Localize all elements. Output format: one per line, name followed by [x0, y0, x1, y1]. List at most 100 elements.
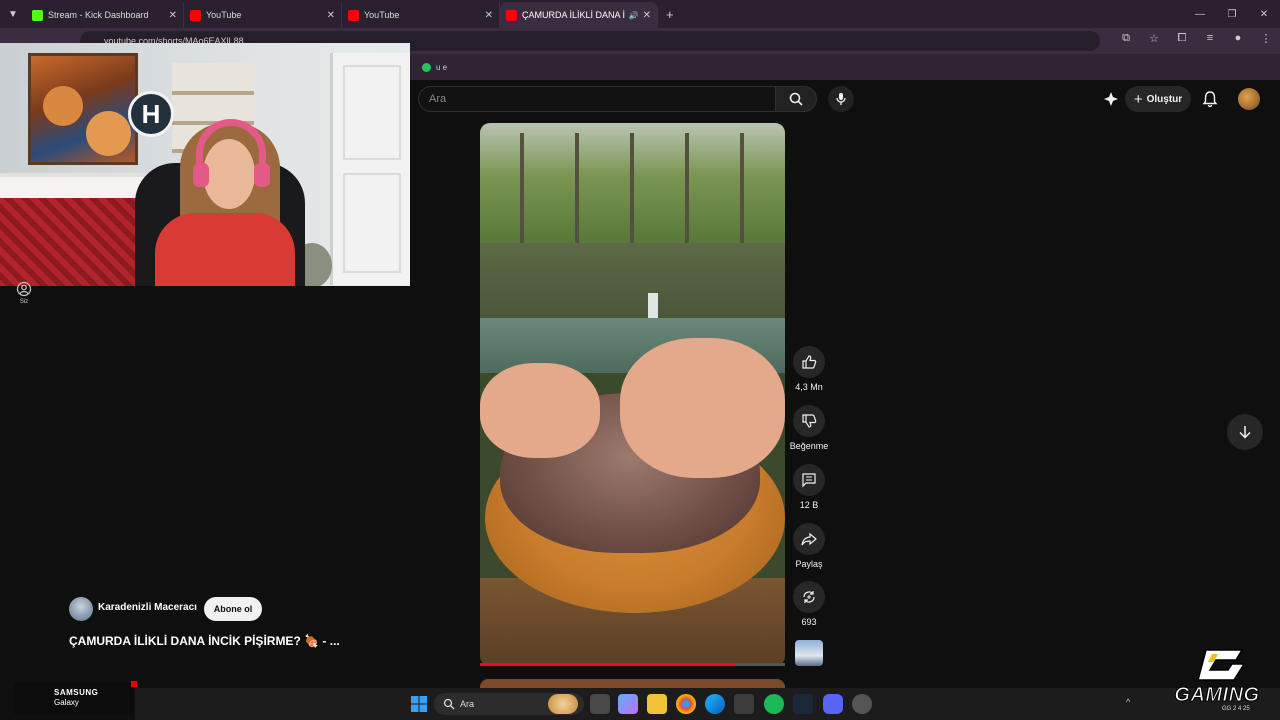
samsung-brand: SAMSUNG — [54, 688, 99, 697]
video-progress-bar[interactable] — [480, 663, 785, 666]
youtube-icon — [348, 9, 359, 21]
bookmark-star-icon[interactable]: ☆ — [1146, 32, 1162, 45]
create-button[interactable]: + Oluştur — [1125, 86, 1191, 112]
headset-earcup — [254, 163, 270, 187]
account-avatar[interactable] — [1238, 88, 1260, 110]
share-button[interactable] — [793, 523, 825, 555]
close-tab-icon[interactable]: ✕ — [169, 10, 177, 21]
new-tab-button[interactable]: + — [666, 7, 674, 22]
video-right-hand — [620, 338, 785, 478]
close-window-icon[interactable]: ✕ — [1248, 0, 1280, 28]
minimize-icon[interactable]: — — [1184, 0, 1216, 28]
tab-youtube-2[interactable]: YouTube ✕ — [342, 2, 500, 28]
headset-earcup — [193, 163, 209, 187]
close-tab-icon[interactable]: ✕ — [643, 10, 651, 21]
streamer-logo: H — [128, 91, 174, 137]
tab-active-short[interactable]: ÇAMURDA İLİKLİ DANA İNC 🔊 ✕ — [500, 2, 658, 28]
sparkle-icon[interactable] — [1102, 90, 1120, 108]
windows-start-icon[interactable] — [411, 696, 427, 712]
close-tab-icon[interactable]: ✕ — [327, 10, 335, 21]
store-icon[interactable] — [734, 694, 754, 714]
subscribe-button[interactable]: Abone ol — [204, 597, 262, 621]
browser-toolbar-icons: ⧉ ☆ ⧠ ≡ ● ⋮ — [1118, 32, 1274, 45]
remix-button[interactable] — [793, 581, 825, 613]
short-video-player[interactable] — [480, 123, 785, 666]
like-count: 4,3 Mn — [795, 382, 823, 392]
notifications-bell-icon[interactable] — [1201, 90, 1219, 108]
screen: ▼ Stream - Kick Dashboard ✕ YouTube ✕ Yo… — [0, 0, 1280, 720]
bookmark-item[interactable]: u e — [436, 63, 447, 72]
share-icon — [801, 532, 817, 546]
webcam-overlay: H — [0, 43, 410, 286]
dislike-button[interactable] — [793, 405, 825, 437]
plus-icon: + — [1133, 90, 1143, 108]
sound-thumbnail[interactable] — [795, 640, 823, 666]
share-label: Paylaş — [795, 559, 823, 569]
tab-title: YouTube — [364, 10, 400, 20]
extensions-icon[interactable]: ⧠ — [1174, 32, 1190, 45]
drumstick-emoji-icon: 🍖 — [304, 634, 323, 648]
spotify-icon[interactable] — [764, 694, 784, 714]
dislike-label: Beğenme — [789, 441, 829, 451]
thumbs-down-icon — [802, 414, 817, 428]
obs-icon[interactable] — [852, 694, 872, 714]
video-progress-fill — [480, 663, 737, 666]
channel-name[interactable]: Karadenizli Maceracı — [98, 602, 197, 613]
task-view-icon[interactable] — [590, 694, 610, 714]
short-title[interactable]: ÇAMURDA İLİKLİ DANA İNCİK PİŞİRME? 🍖 - .… — [69, 634, 340, 648]
comments-button[interactable] — [793, 464, 825, 496]
channel-avatar[interactable] — [69, 597, 93, 621]
create-label: Oluştur — [1146, 93, 1183, 105]
restore-icon[interactable]: ❐ — [1216, 0, 1248, 28]
tab-search-button[interactable]: ▼ — [0, 0, 26, 28]
taskbar-widget-icon[interactable] — [548, 694, 578, 714]
tray-overflow-icon[interactable]: ^ — [1126, 697, 1130, 707]
media-control-icon[interactable]: ≡ — [1202, 32, 1218, 45]
copilot-icon[interactable] — [618, 694, 638, 714]
bed-plaid — [0, 198, 150, 286]
tab-title: YouTube — [206, 10, 242, 20]
you-account-icon[interactable] — [16, 281, 32, 297]
discord-icon[interactable] — [823, 694, 843, 714]
samsung-model: Galaxy — [54, 698, 79, 707]
tab-title: Stream - Kick Dashboard — [48, 10, 149, 20]
steam-icon[interactable] — [793, 694, 813, 714]
search-icon — [443, 698, 455, 710]
door-panel — [343, 65, 401, 160]
install-app-icon[interactable]: ⧉ — [1118, 32, 1134, 45]
cat-shape — [86, 111, 131, 156]
video-left-hand — [480, 363, 600, 458]
bookmark-favicon — [422, 62, 431, 72]
chrome-icon[interactable] — [676, 694, 696, 714]
profile-icon[interactable]: ● — [1230, 32, 1246, 45]
you-label[interactable]: Siz — [14, 299, 34, 305]
cat-painting — [28, 53, 138, 165]
tab-title: ÇAMURDA İLİKLİ DANA İNC — [522, 10, 625, 20]
thumbs-up-icon — [802, 355, 817, 369]
voice-search-button[interactable] — [828, 86, 854, 112]
gaming-logo-sub: GG 2 4 25 — [1222, 706, 1250, 712]
search-button[interactable] — [775, 86, 817, 112]
tab-kick-dashboard[interactable]: Stream - Kick Dashboard ✕ — [26, 2, 184, 28]
search-input[interactable]: Ara — [418, 86, 775, 112]
file-explorer-icon[interactable] — [647, 694, 667, 714]
menu-icon[interactable]: ⋮ — [1258, 32, 1274, 45]
streamer-shirt — [155, 213, 295, 286]
gaming-logo-text: GAMING — [1174, 684, 1260, 707]
arrow-down-icon — [1239, 426, 1251, 439]
window-controls: — ❐ ✕ — [1184, 0, 1280, 28]
webcam-door — [330, 53, 410, 285]
short-title-suffix: - ... — [322, 634, 340, 648]
like-button[interactable] — [793, 346, 825, 378]
kick-icon — [32, 9, 43, 21]
next-short-button[interactable] — [1227, 414, 1263, 450]
video-rocks — [480, 243, 785, 323]
close-tab-icon[interactable]: ✕ — [485, 10, 493, 21]
speaker-icon[interactable]: 🔊 — [629, 11, 639, 20]
door-panel — [343, 173, 401, 273]
edge-icon[interactable] — [705, 694, 725, 714]
comment-count: 12 B — [799, 500, 819, 510]
record-indicator — [131, 681, 137, 687]
cat-shape — [43, 86, 83, 126]
tab-youtube-1[interactable]: YouTube ✕ — [184, 2, 342, 28]
